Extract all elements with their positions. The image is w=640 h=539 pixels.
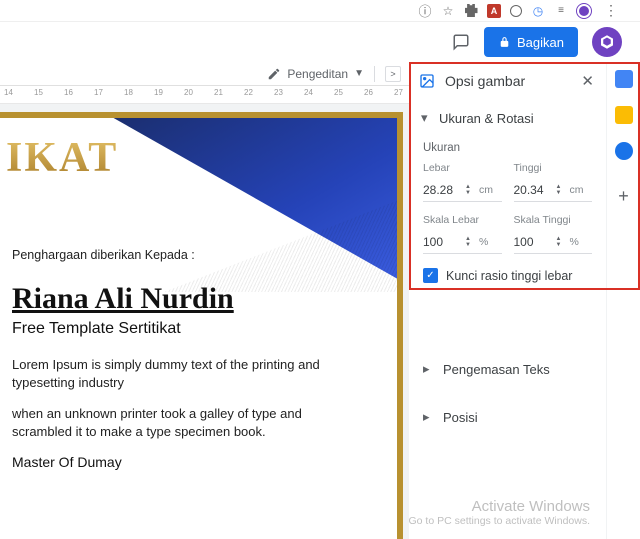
comments-icon[interactable] [452, 33, 470, 51]
extension-g-icon[interactable]: ◷ [531, 4, 545, 18]
section-label: Pengemasan Teks [443, 362, 550, 377]
editing-mode-label[interactable]: Pengeditan [287, 67, 348, 81]
watermark-line2: Go to PC settings to activate Windows. [409, 515, 591, 527]
right-column: Opsi gambar ✕ ▾ Ukuran & Rotasi Ukuran L… [409, 62, 640, 539]
ruler-label: 24 [304, 88, 313, 97]
editing-mode-toolbar: Pengeditan ▼ > [0, 62, 409, 86]
scale-width-label: Skala Lebar [423, 214, 502, 226]
given-to-label: Penghargaan diberikan Kepada : [12, 248, 385, 262]
unit-label: % [479, 236, 488, 248]
certificate-subtitle: Free Template Sertitikat [12, 320, 385, 338]
extension-purple-icon[interactable] [577, 4, 591, 18]
certificate-paragraph: Lorem Ipsum is simply dummy text of the … [12, 356, 352, 391]
certificate-page[interactable]: IKAT Penghargaan diberikan Kepada : Rian… [0, 112, 403, 539]
document-canvas[interactable]: IKAT Penghargaan diberikan Kepada : Rian… [0, 104, 409, 539]
width-input[interactable] [423, 183, 465, 197]
adblock-extension-icon[interactable]: A [487, 4, 501, 18]
section-label: Posisi [443, 410, 478, 425]
section-label: Ukuran & Rotasi [439, 111, 534, 126]
bookmark-star-icon[interactable]: ☆ [441, 4, 455, 18]
height-input[interactable] [514, 183, 556, 197]
certificate-paragraph: when an unknown printer took a galley of… [12, 405, 352, 440]
separator [374, 66, 375, 82]
recipient-name: Riana Ali Nurdin [12, 282, 385, 316]
signer-title: Master Of Dumay [12, 454, 385, 470]
side-rail: + [606, 62, 640, 539]
stepper-icon[interactable]: ▲▼ [465, 236, 471, 248]
ruler-label: 23 [274, 88, 283, 97]
section-size-rotation[interactable]: ▾ Ukuran & Rotasi [409, 100, 606, 136]
ruler-label: 21 [214, 88, 223, 97]
section-position[interactable]: ▸ Posisi [409, 393, 606, 441]
docs-header: Bagikan [0, 22, 640, 62]
size-section-body: Ukuran Lebar ▲▼ cm Tinggi ▲▼ cm [409, 142, 606, 295]
stepper-icon[interactable]: ▲▼ [556, 184, 562, 196]
panel-title: Opsi gambar [445, 73, 571, 89]
ruler-label: 25 [334, 88, 343, 97]
width-label: Lebar [423, 162, 502, 174]
windows-activation-watermark: Activate Windows Go to PC settings to ac… [409, 498, 591, 527]
search-hint-icon[interactable]: ⓘ [418, 4, 432, 18]
ruler-label: 14 [4, 88, 13, 97]
keep-icon[interactable] [615, 106, 633, 124]
unit-label: cm [569, 184, 583, 196]
ruler-label: 15 [34, 88, 43, 97]
watermark-line1: Activate Windows [409, 498, 591, 515]
avatar-icon [598, 33, 616, 51]
scale-width-input[interactable] [423, 235, 465, 249]
certificate-body: Penghargaan diberikan Kepada : Riana Ali… [12, 248, 385, 470]
share-button[interactable]: Bagikan [484, 27, 578, 57]
extension-bars-icon[interactable]: ≡ [554, 4, 568, 18]
browser-extensions-bar: ⓘ ☆ A ◷ ≡ ⋮ [0, 0, 640, 22]
extension-icon[interactable] [464, 4, 478, 18]
close-icon[interactable]: ✕ [581, 72, 594, 90]
checkbox-checked-icon[interactable]: ✓ [423, 268, 438, 283]
chevron-right-icon: ▸ [423, 361, 433, 377]
ruler-label: 22 [244, 88, 253, 97]
mode-dropdown-icon[interactable]: ▼ [354, 68, 364, 79]
ruler-label: 26 [364, 88, 373, 97]
ruler-label: 27 [394, 88, 403, 97]
ruler-label: 16 [64, 88, 73, 97]
size-group-label: Ukuran [423, 142, 592, 154]
extension-circle-icon[interactable] [510, 5, 522, 17]
tasks-icon[interactable] [615, 142, 633, 160]
share-button-label: Bagikan [517, 35, 564, 50]
ruler-label: 20 [184, 88, 193, 97]
scale-height-label: Skala Tinggi [514, 214, 593, 226]
browser-menu-icon[interactable]: ⋮ [604, 2, 618, 19]
image-options-panel: Opsi gambar ✕ ▾ Ukuran & Rotasi Ukuran L… [409, 62, 606, 539]
chevron-down-icon: ▾ [421, 110, 431, 126]
panel-header: Opsi gambar ✕ [409, 62, 606, 100]
chevron-right-icon: ▸ [423, 409, 433, 425]
pencil-icon [267, 67, 281, 81]
image-icon [419, 73, 435, 89]
collapse-chevron-icon[interactable]: > [385, 66, 401, 82]
ruler-label: 19 [154, 88, 163, 97]
calendar-icon[interactable] [615, 70, 633, 88]
height-label: Tinggi [514, 162, 593, 174]
stepper-icon[interactable]: ▲▼ [465, 184, 471, 196]
scale-height-input[interactable] [514, 235, 556, 249]
ruler-label: 18 [124, 88, 133, 97]
ruler-label: 17 [94, 88, 103, 97]
section-text-wrapping[interactable]: ▸ Pengemasan Teks [409, 345, 606, 393]
lock-ratio-label: Kunci rasio tinggi lebar [446, 269, 572, 283]
lock-icon [498, 36, 511, 49]
unit-label: % [569, 236, 578, 248]
stepper-icon[interactable]: ▲▼ [556, 236, 562, 248]
unit-label: cm [479, 184, 493, 196]
add-addon-icon[interactable]: + [618, 186, 629, 207]
certificate-title-partial: IKAT [6, 134, 118, 182]
horizontal-ruler[interactable]: 14 15 16 17 18 19 20 21 22 23 24 25 26 2… [0, 86, 409, 104]
avatar[interactable] [592, 27, 622, 57]
lock-ratio-row[interactable]: ✓ Kunci rasio tinggi lebar [423, 268, 592, 283]
